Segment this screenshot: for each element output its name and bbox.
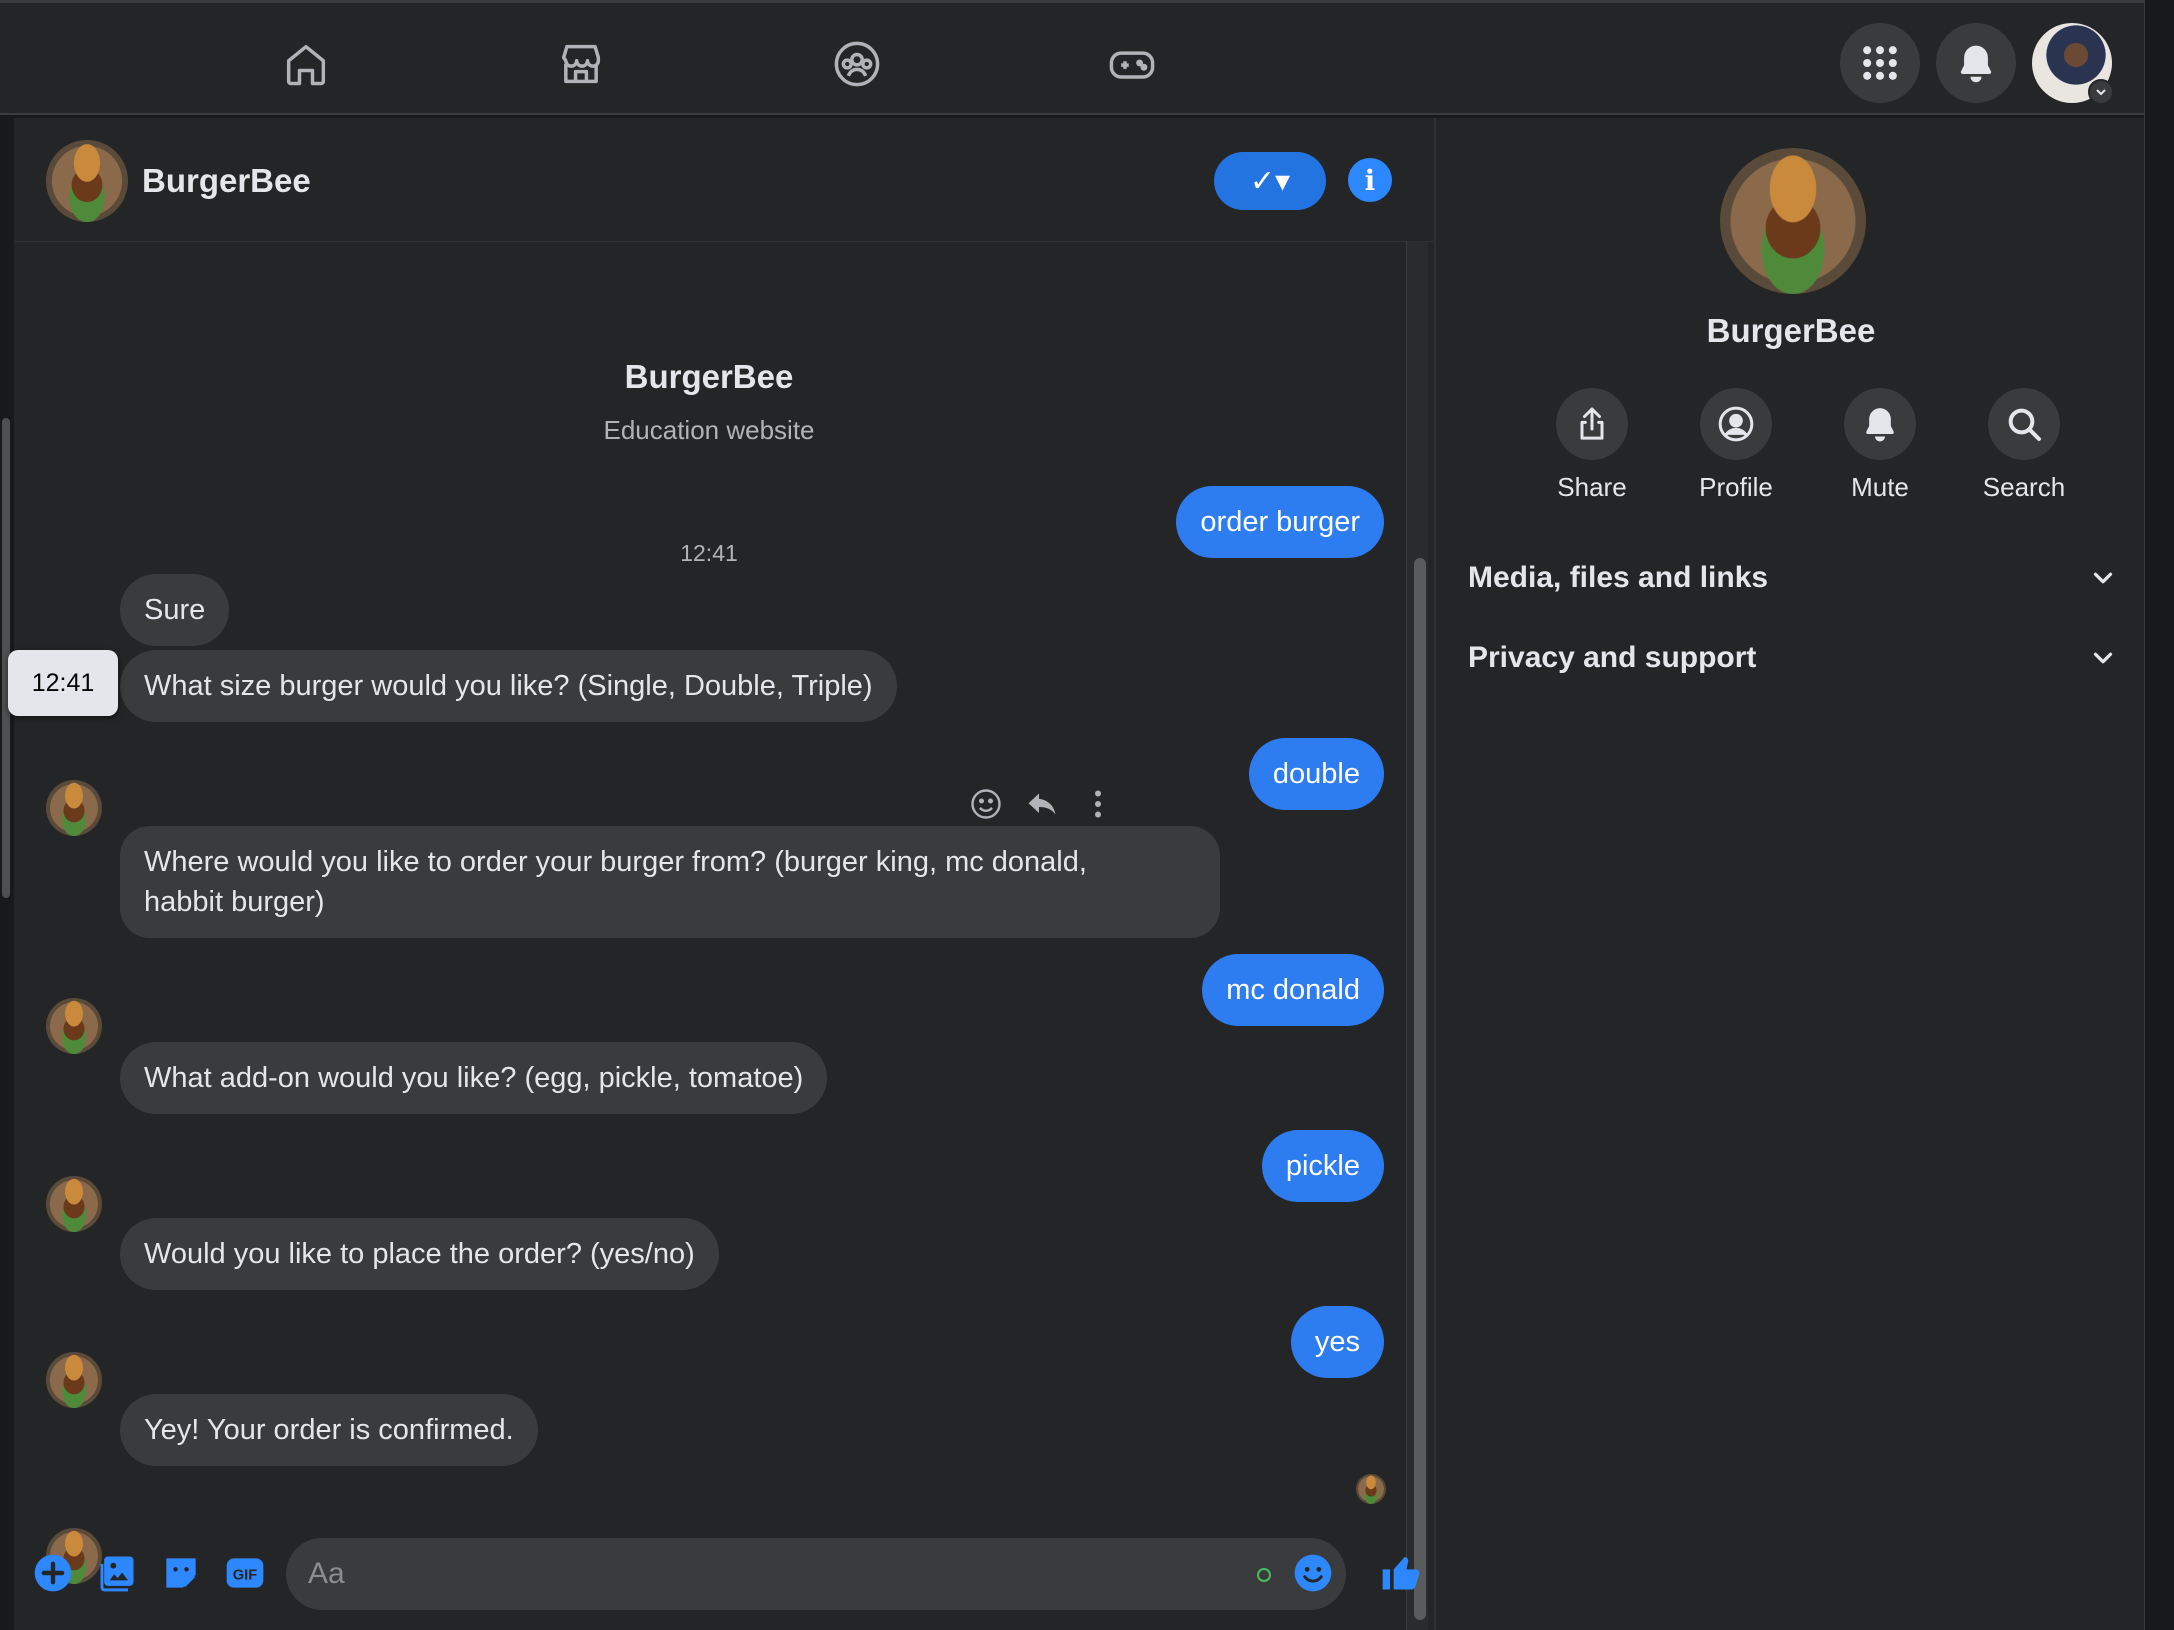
contact-name[interactable]: BurgerBee — [142, 162, 311, 200]
more-vertical-icon — [1095, 790, 1101, 818]
message-incoming[interactable]: Where would you like to order your burge… — [120, 826, 1220, 938]
sticker-icon — [166, 1558, 196, 1588]
chat-panel: BurgerBee ✓▾ i BurgerBee Education websi… — [8, 118, 1434, 1630]
mute-button[interactable] — [1844, 388, 1916, 460]
svg-text:GIF: GIF — [233, 1567, 257, 1583]
message-outgoing[interactable]: pickle — [1261, 1130, 1384, 1202]
left-panel-edge — [0, 118, 14, 1630]
profile-icon — [1718, 406, 1754, 442]
search-icon — [2008, 408, 2041, 441]
chevron-down-icon[interactable] — [2088, 79, 2114, 105]
section-privacy-support[interactable]: Privacy and support — [1468, 628, 2118, 688]
chat-header: BurgerBee ✓▾ i — [14, 118, 1434, 242]
gif-icon: GIF — [226, 1558, 264, 1588]
message-input[interactable] — [286, 1538, 1346, 1610]
nav-tab-gaming[interactable] — [1097, 29, 1167, 99]
groups-icon — [834, 41, 880, 87]
bot-avatar — [46, 998, 102, 1054]
reply-button[interactable] — [1022, 784, 1062, 824]
gif-button[interactable]: GIF — [220, 1548, 270, 1598]
share-label: Share — [1557, 472, 1627, 502]
share-button[interactable] — [1556, 388, 1628, 460]
photo-icon — [100, 1556, 134, 1592]
chevron-down-icon — [2093, 572, 2113, 584]
emoji-button[interactable] — [1288, 1548, 1338, 1598]
message-incoming[interactable]: What size burger would you like? (Single… — [120, 650, 897, 722]
info-icon[interactable]: i — [1348, 158, 1392, 202]
profile-action[interactable]: Profile — [1676, 388, 1796, 503]
mute-action[interactable]: Mute — [1820, 388, 1940, 503]
details-avatar[interactable] — [1720, 148, 1866, 294]
share-action[interactable]: Share — [1532, 388, 1652, 503]
top-navigation-bar — [0, 0, 2174, 115]
window-scrollbar-track[interactable] — [2144, 0, 2174, 1630]
hover-timestamp-tooltip: 12:41 — [8, 650, 118, 716]
bot-avatar — [46, 1176, 102, 1232]
plus-circle-icon — [34, 1554, 72, 1592]
notifications-button[interactable] — [1936, 23, 2016, 103]
home-icon — [286, 44, 326, 86]
gamepad-icon — [1109, 51, 1155, 79]
section-label: Media, files and links — [1468, 561, 1769, 594]
section-media-files-links[interactable]: Media, files and links — [1468, 548, 2118, 608]
message-incoming[interactable]: What add-on would you like? (egg, pickle… — [120, 1042, 828, 1114]
menu-grid-icon — [1863, 46, 1897, 80]
bot-avatar — [46, 1352, 102, 1408]
intro-name: BurgerBee — [624, 358, 794, 395]
status-dot — [1257, 1568, 1271, 1582]
search-label: Search — [1982, 472, 2066, 502]
message-outgoing[interactable]: order burger — [1176, 486, 1384, 558]
message-outgoing[interactable]: double — [1248, 738, 1384, 810]
chat-scrollbar[interactable] — [1414, 558, 1426, 1620]
nav-tab-marketplace[interactable] — [546, 29, 616, 99]
message-line: habbit burger) — [144, 886, 325, 918]
bell-icon — [1866, 408, 1894, 442]
intro-subtitle: Education website — [603, 415, 815, 445]
contact-avatar[interactable] — [46, 140, 128, 222]
chevron-down-icon — [2093, 652, 2113, 664]
reply-icon — [1028, 793, 1056, 815]
more-options-button[interactable] — [1078, 784, 1118, 824]
message-outgoing[interactable]: mc donald — [1202, 954, 1384, 1026]
nav-tab-home[interactable] — [271, 29, 341, 99]
message-composer: GIF — [14, 1522, 1434, 1630]
message-incoming[interactable]: Yey! Your order is confirmed. — [120, 1394, 538, 1466]
checkmark-icon: ✓▾ — [1249, 164, 1291, 198]
like-button[interactable] — [1376, 1548, 1426, 1598]
thumbs-up-icon — [1382, 1557, 1420, 1590]
sticker-button[interactable] — [156, 1548, 206, 1598]
more-actions-button[interactable] — [28, 1548, 78, 1598]
share-icon — [1580, 407, 1604, 440]
section-label: Privacy and support — [1468, 641, 1757, 674]
search-action[interactable]: Search — [1964, 388, 2084, 503]
smile-icon — [971, 789, 1001, 819]
bell-icon — [1960, 45, 1992, 83]
nav-tab-groups[interactable] — [822, 29, 892, 99]
store-icon — [561, 44, 601, 84]
mark-done-button[interactable]: ✓▾ — [1214, 152, 1326, 210]
react-button[interactable] — [966, 784, 1006, 824]
message-incoming[interactable]: Sure — [120, 574, 230, 646]
details-name: BurgerBee — [1706, 312, 1876, 349]
message-incoming[interactable]: Would you like to place the order? (yes/… — [120, 1218, 719, 1290]
message-line: Where would you like to order your burge… — [144, 846, 1087, 878]
attach-photo-button[interactable] — [92, 1548, 142, 1598]
conversation-details-panel: BurgerBee Share Profile Mute Search Medi… — [1434, 118, 2144, 1630]
menu-button[interactable] — [1840, 23, 1920, 103]
emoji-icon — [1294, 1554, 1332, 1592]
profile-label: Profile — [1699, 472, 1773, 502]
message-outgoing[interactable]: yes — [1290, 1306, 1384, 1378]
mute-label: Mute — [1851, 472, 1909, 502]
bot-avatar — [46, 780, 102, 836]
profile-button[interactable] — [1700, 388, 1772, 460]
search-button[interactable] — [1988, 388, 2060, 460]
seen-indicator-avatar — [1356, 1474, 1386, 1504]
